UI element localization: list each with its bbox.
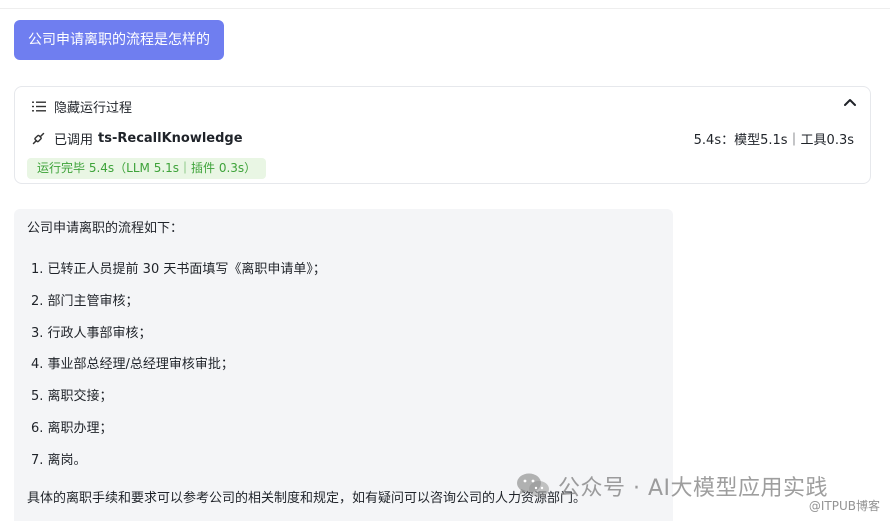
run-process-card: 隐藏运行过程 已调用 ts-RecallKnowledge 5.4s：模型5.1… [14, 86, 871, 184]
user-query-bubble: 公司申请离职的流程是怎样的 [14, 20, 224, 60]
list-item: 3. 行政人事部审核； [31, 325, 152, 341]
list-item: 4. 事业部总经理/总经理审核审批； [31, 357, 234, 373]
answer-footer: 具体的离职手续和要求可以参考公司的相关制度和规定，如有疑问可以咨询公司的人力资源… [27, 491, 587, 506]
hide-process-label: 隐藏运行过程 [54, 100, 133, 116]
watermark: 公众号 · AI大模型应用实践 [516, 470, 828, 502]
divider [0, 8, 890, 9]
watermark-text: 公众号 · AI大模型应用实践 [558, 476, 829, 501]
sub-watermark: @ITPUB博客 [808, 499, 880, 513]
chevron-up-icon[interactable] [844, 98, 856, 106]
tool-timing: 5.4s：模型5.1s｜工具0.3s [693, 132, 854, 148]
answer-intro: 公司申请离职的流程如下： [27, 221, 184, 236]
list-item: 2. 部门主管审核； [31, 293, 139, 309]
hide-process-toggle[interactable]: 隐藏运行过程 [32, 95, 132, 117]
tool-called-label: 已调用 [54, 132, 94, 148]
process-steps-list: 1. 已转正人员提前 30 天书面填写《离职申请单》； 2. 部门主管审核； 3… [31, 260, 326, 483]
list-item: 7. 离岗。 [31, 452, 87, 468]
status-badge: 运行完毕 5.4s（LLM 5.1s｜插件 0.3s） [27, 158, 267, 179]
wechat-icon [517, 473, 549, 499]
list-item: 1. 已转正人员提前 30 天书面填写《离职申请单》； [31, 262, 326, 277]
tool-name: ts-RecallKnowledge [98, 130, 243, 146]
tool-call-row: 已调用 ts-RecallKnowledge 5.4s：模型5.1s｜工具0.3… [32, 127, 854, 149]
list-icon [32, 101, 46, 111]
chat-window: 公司申请离职的流程是怎样的 隐藏运行过程 已调用 ts-RecallKnowle… [0, 0, 890, 521]
list-item: 5. 离职交接； [31, 389, 113, 405]
list-item: 6. 离职办理； [31, 420, 113, 436]
plugin-icon [32, 132, 45, 144]
